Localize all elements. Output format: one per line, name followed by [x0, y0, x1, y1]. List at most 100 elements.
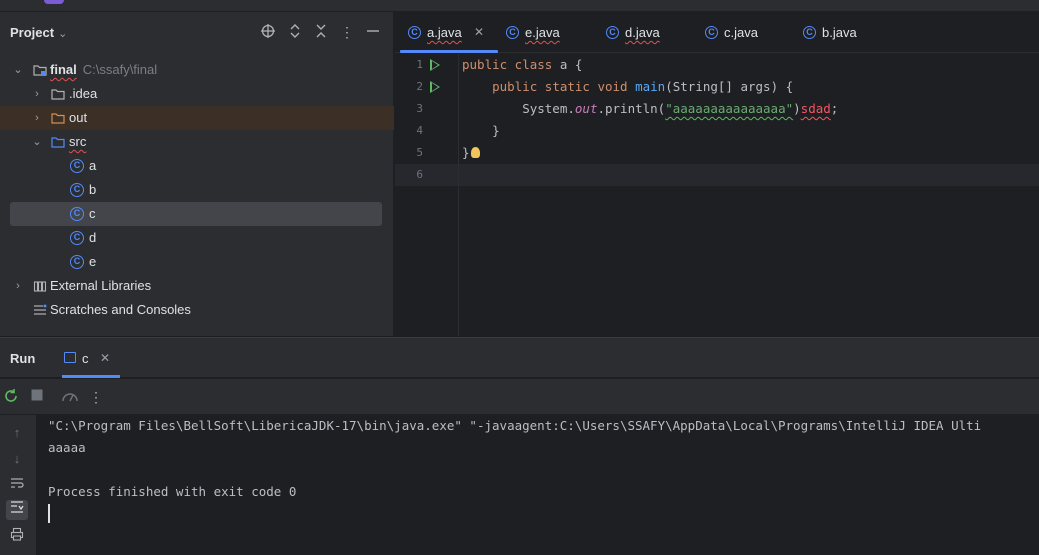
tree-item-scratches[interactable]: Scratches and Consoles: [0, 298, 394, 322]
tab-label: d.java: [625, 25, 660, 40]
java-class-icon: C: [70, 255, 84, 269]
tree-label-out: out: [69, 110, 88, 125]
tree-item-out[interactable]: › out: [0, 106, 394, 130]
run-toolbar: ⋮: [0, 379, 1039, 415]
chevron-right-icon[interactable]: ›: [12, 274, 24, 298]
java-class-icon: C: [70, 207, 84, 221]
tree-path-hint: C:\ssafy\final: [82, 62, 158, 77]
more-icon[interactable]: ⋮: [87, 388, 105, 406]
run-config-tab-c[interactable]: c ✕: [62, 338, 120, 378]
chevron-right-icon[interactable]: ›: [31, 106, 43, 130]
text-cursor: [48, 504, 50, 523]
project-panel: Project ⌄ ⋮ ⌄ final C:\ssafy\final › .idea: [0, 12, 394, 336]
code-keyword: public static void: [492, 79, 628, 94]
chevron-right-icon[interactable]: ›: [31, 82, 43, 106]
project-view-selector[interactable]: Project ⌄: [10, 25, 67, 40]
tab-d-java[interactable]: C d.java: [606, 12, 686, 53]
arrow-up-icon[interactable]: ↑: [8, 424, 26, 442]
code-method-name: main: [635, 79, 666, 94]
active-tab-indicator: [62, 375, 120, 378]
console-side-toolbar: ↑ ↓: [0, 415, 36, 555]
run-tab-label: c: [82, 351, 89, 366]
code-editor: C a.java ✕ C e.java C d.java C c.java C …: [395, 12, 1039, 336]
console-output[interactable]: "C:\Program Files\BellSoft\LibericaJDK-1…: [36, 415, 1039, 555]
tree-label-external-libraries: External Libraries: [50, 278, 152, 293]
rerun-icon[interactable]: [2, 388, 20, 406]
locate-icon[interactable]: [259, 23, 277, 41]
lightbulb-icon[interactable]: [470, 147, 480, 158]
code-line-4: }: [462, 120, 500, 142]
chevron-down-icon: ⌄: [58, 28, 68, 40]
stop-icon[interactable]: [28, 388, 46, 406]
project-title: Project: [10, 25, 55, 40]
top-window-strip: [0, 0, 1039, 12]
scroll-to-end-icon[interactable]: [6, 500, 28, 520]
console-line: aaaaa: [48, 440, 86, 455]
tree-label-scratches: Scratches and Consoles: [50, 302, 191, 317]
tab-b-java[interactable]: C b.java: [803, 12, 883, 53]
library-icon: [33, 279, 47, 293]
run-main-gutter-icon[interactable]: [430, 81, 440, 93]
tab-label: e.java: [525, 25, 560, 40]
tree-item-class-c[interactable]: C c: [10, 202, 382, 226]
expand-collapse-icon[interactable]: [286, 23, 304, 41]
excluded-folder-icon: [51, 111, 65, 125]
close-icon[interactable]: ✕: [474, 12, 484, 53]
tree-item-src[interactable]: ⌄ src: [0, 130, 394, 154]
more-icon[interactable]: ⋮: [338, 23, 356, 41]
tree-item-idea[interactable]: › .idea: [0, 82, 394, 106]
line-number: 3: [416, 102, 423, 115]
tree-label-d: d: [89, 230, 97, 245]
module-folder-icon: [33, 63, 47, 77]
tree-item-class-a[interactable]: C a: [0, 154, 394, 178]
code-line-2: public static void main(String[] args) {: [462, 76, 793, 98]
code-error-token: sdad: [800, 101, 831, 116]
java-class-icon: C: [705, 26, 718, 39]
chevron-down-icon[interactable]: ⌄: [12, 58, 24, 82]
tab-label: b.java: [822, 25, 857, 40]
tree-label-a: a: [89, 158, 97, 173]
tree-item-class-b[interactable]: C b: [0, 178, 394, 202]
tree-item-final[interactable]: ⌄ final C:\ssafy\final: [0, 58, 394, 82]
tab-a-java[interactable]: C a.java ✕: [408, 12, 498, 53]
tab-label: c.java: [724, 25, 758, 40]
code-text: }: [462, 145, 470, 160]
code-line-3: System.out.println("aaaaaaaaaaaaaaa")sda…: [462, 98, 838, 120]
editor-tab-bar: C a.java ✕ C e.java C d.java C c.java C …: [395, 12, 1039, 53]
arrow-down-icon[interactable]: ↓: [8, 450, 26, 468]
line-number: 4: [416, 124, 423, 137]
code-keyword: public class: [462, 57, 553, 72]
folder-icon: [51, 87, 65, 101]
current-line-highlight: [395, 164, 1039, 186]
tree-label-final: final: [50, 62, 77, 77]
code-text: (String[] args) {: [665, 79, 794, 94]
tree-item-class-e[interactable]: C e: [0, 250, 394, 274]
close-icon[interactable]: ✕: [100, 351, 110, 365]
soft-wrap-icon[interactable]: [8, 476, 26, 494]
tree-item-class-d[interactable]: C d: [0, 226, 394, 250]
run-class-gutter-icon[interactable]: [430, 59, 440, 71]
collapse-all-icon[interactable]: [312, 23, 330, 41]
code-line-5: }: [462, 142, 480, 164]
tab-c-java[interactable]: C c.java: [705, 12, 785, 53]
code-text: ): [793, 101, 801, 116]
tree-label-e: e: [89, 254, 97, 269]
print-icon[interactable]: [8, 527, 26, 545]
console-icon: [64, 352, 76, 363]
hide-icon[interactable]: [364, 23, 382, 41]
line-number: 6: [416, 168, 423, 181]
profiler-icon[interactable]: [61, 388, 79, 406]
console-line: Process finished with exit code 0: [48, 484, 297, 499]
top-accent-mark: [44, 0, 64, 4]
console-line: "C:\Program Files\BellSoft\LibericaJDK-1…: [48, 418, 982, 433]
line-number: 1: [416, 58, 423, 71]
java-class-icon: C: [70, 183, 84, 197]
java-class-icon: C: [506, 26, 519, 39]
tree-item-external-libraries[interactable]: › External Libraries: [0, 274, 394, 298]
chevron-down-icon[interactable]: ⌄: [31, 130, 43, 154]
code-string-literal: "aaaaaaaaaaaaaaa": [665, 101, 794, 116]
tab-e-java[interactable]: C e.java: [506, 12, 586, 53]
java-class-icon: C: [70, 159, 84, 173]
java-class-icon: C: [70, 231, 84, 245]
